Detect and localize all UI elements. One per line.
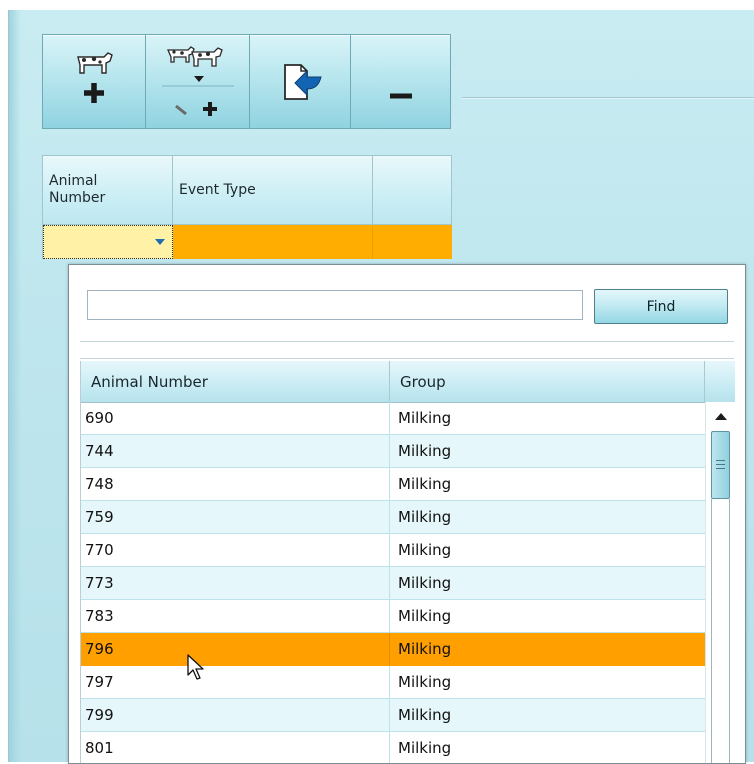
group-cell: Milking	[398, 508, 452, 526]
animal-list: Animal Number Group 690 Milking 744 Milking…	[80, 361, 735, 763]
animal-number-cell: 770	[81, 534, 390, 566]
animal-lookup-popup: Find Animal Number Group 690 Milking 744 Mi…	[68, 264, 746, 764]
animal-number-cell: 690	[81, 402, 390, 434]
table-row[interactable]: 801 Milking	[81, 732, 705, 763]
group-cell: Milking	[398, 574, 452, 592]
column-header-animal-number[interactable]: Animal Number	[43, 156, 173, 224]
group-cell: Milking	[398, 640, 452, 658]
column-header-group[interactable]: Group	[390, 361, 705, 402]
mouse-cursor-icon	[187, 654, 204, 680]
toolbar	[42, 34, 451, 129]
group-cell: Milking	[398, 541, 452, 559]
bulk-edit-animals-button[interactable]	[145, 34, 250, 129]
table-row[interactable]: 690 Milking	[81, 402, 705, 435]
group-cell: Milking	[398, 607, 452, 625]
scroll-track[interactable]	[711, 499, 730, 763]
table-row[interactable]: 773 Milking	[81, 567, 705, 600]
grip-line	[716, 464, 725, 465]
column-header-spacer	[705, 361, 735, 402]
scroll-thumb[interactable]	[711, 431, 730, 499]
find-button[interactable]: Find	[594, 289, 728, 324]
table-row[interactable]: 799 Milking	[81, 699, 705, 732]
event-type-cell[interactable]	[172, 225, 374, 259]
animal-number-cell: 744	[81, 435, 390, 467]
animal-number-cell: 801	[81, 732, 390, 763]
group-cell: Milking	[398, 673, 452, 691]
extra-cell[interactable]	[373, 225, 453, 259]
scroll-up-icon[interactable]	[715, 413, 727, 420]
cow-plus-icon	[77, 51, 113, 103]
table-row[interactable]: 770 Milking	[81, 534, 705, 567]
animal-number-combo[interactable]	[43, 225, 173, 259]
import-button[interactable]	[249, 34, 351, 129]
animal-rows: 690 Milking 744 Milking 748 Milking 759 Milking…	[81, 402, 705, 763]
animal-number-cell: 797	[81, 666, 390, 698]
animal-number-cell: 748	[81, 468, 390, 500]
separator	[80, 341, 734, 342]
group-cell: Milking	[398, 442, 452, 460]
minus-icon	[389, 93, 412, 98]
table-row[interactable]: 759 Milking	[81, 501, 705, 534]
table-row[interactable]: 796 Milking	[81, 633, 705, 666]
column-header-animal-number[interactable]: Animal Number	[81, 361, 390, 402]
animal-number-cell: 773	[81, 567, 390, 599]
window-edge	[9, 10, 21, 762]
event-grid-header: Animal Number Event Type	[43, 155, 452, 225]
animal-number-cell: 796	[81, 633, 390, 665]
animal-list-header: Animal Number Group	[81, 361, 735, 403]
grip-line	[716, 468, 725, 469]
group-cell: Milking	[398, 409, 452, 427]
herd-edit-plus-icon	[161, 45, 234, 116]
add-animal-button[interactable]	[42, 34, 146, 129]
table-row[interactable]: 748 Milking	[81, 468, 705, 501]
separator-highlight	[462, 98, 754, 99]
column-header-event-type[interactable]: Event Type	[173, 156, 373, 224]
column-header-extra[interactable]	[373, 156, 452, 224]
import-arrow-icon	[284, 63, 322, 100]
event-row	[43, 225, 453, 259]
table-row[interactable]: 783 Milking	[81, 600, 705, 633]
animal-number-cell: 799	[81, 699, 390, 731]
animal-number-cell: 759	[81, 501, 390, 533]
separator	[80, 358, 734, 359]
remove-button[interactable]	[350, 34, 451, 129]
chevron-down-icon[interactable]	[154, 239, 165, 245]
grip-line	[716, 460, 725, 461]
table-row[interactable]: 744 Milking	[81, 435, 705, 468]
animal-number-cell: 783	[81, 600, 390, 632]
group-cell: Milking	[398, 475, 452, 493]
table-row[interactable]: 797 Milking	[81, 666, 705, 699]
vertical-scrollbar[interactable]	[705, 402, 735, 763]
group-cell: Milking	[398, 739, 452, 757]
search-input[interactable]	[87, 290, 583, 320]
group-cell: Milking	[398, 706, 452, 724]
event-grid: Animal Number Event Type	[42, 155, 453, 259]
